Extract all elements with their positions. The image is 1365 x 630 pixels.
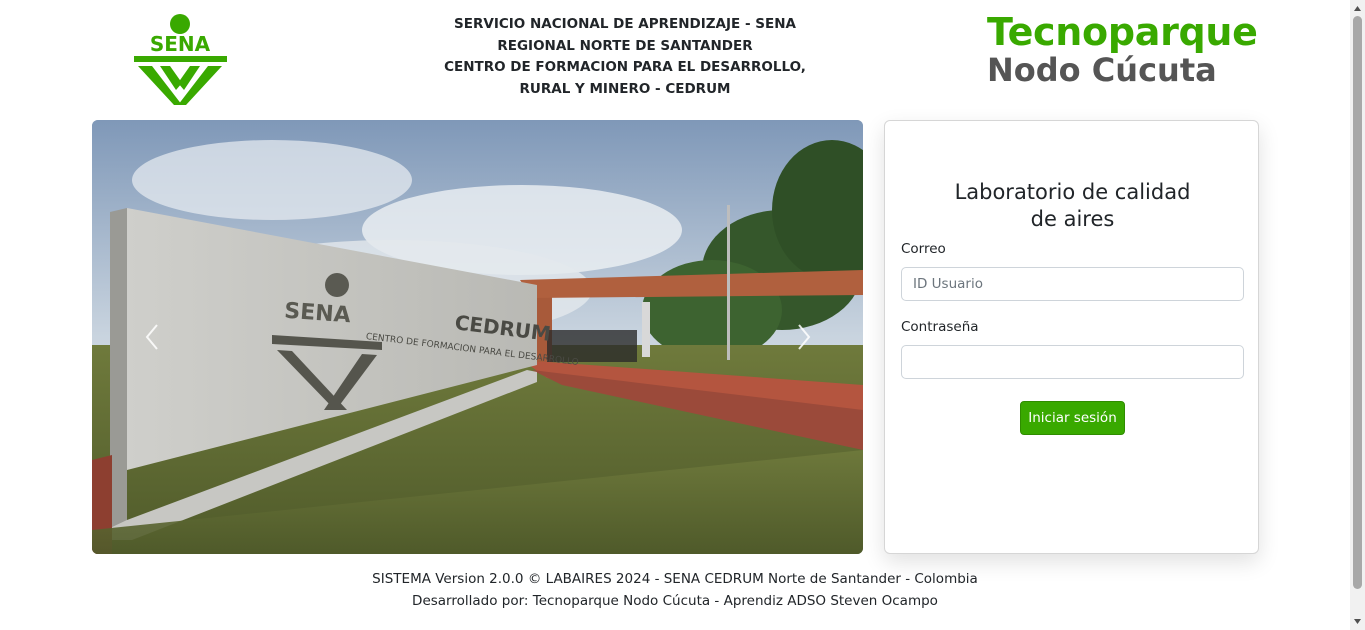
- vertical-scrollbar[interactable]: [1350, 0, 1365, 630]
- brand-title: Tecnoparque: [987, 10, 1258, 54]
- chevron-right-icon: [798, 324, 811, 350]
- footer-version-text: SISTEMA Version 2.0.0 © LABAIRES 2024 - …: [372, 571, 978, 587]
- email-label: Correo: [901, 241, 946, 257]
- email-field[interactable]: [901, 267, 1244, 301]
- chevron-left-icon: [145, 324, 158, 350]
- page-footer: SISTEMA Version 2.0.0 © LABAIRES 2024 - …: [0, 568, 1350, 612]
- scroll-up-icon[interactable]: [1353, 4, 1362, 13]
- wall-sign-logo: SENA: [284, 299, 352, 329]
- carousel-prev-button[interactable]: [132, 310, 172, 364]
- carousel-next-button[interactable]: [784, 310, 824, 364]
- brand-subtitle: Nodo Cúcuta: [987, 51, 1217, 89]
- login-title-line: de aires: [1030, 207, 1115, 231]
- login-card: Laboratorio de calidad de aires Correo C…: [884, 120, 1259, 554]
- institution-name: SERVICIO NACIONAL DE APRENDIZAJE - SENA …: [400, 14, 850, 101]
- institution-line: RURAL Y MINERO - CEDRUM: [519, 81, 731, 98]
- sena-logo: SENA: [130, 10, 230, 108]
- campus-entrance-photo: SENA CEDRUM CENTRO DE FORMACION PARA EL …: [92, 120, 863, 554]
- institution-line: REGIONAL NORTE DE SANTANDER: [497, 37, 753, 54]
- tecnoparque-brand: Tecnoparque Nodo Cúcuta: [987, 10, 1258, 90]
- image-carousel[interactable]: SENA CEDRUM CENTRO DE FORMACION PARA EL …: [92, 120, 863, 554]
- scrollbar-thumb[interactable]: [1353, 16, 1362, 589]
- sena-logo-text: SENA: [150, 32, 211, 56]
- institution-line: SERVICIO NACIONAL DE APRENDIZAJE - SENA: [454, 16, 796, 32]
- login-button[interactable]: Iniciar sesión: [1020, 401, 1125, 435]
- login-title-line: Laboratorio de calidad: [954, 180, 1191, 204]
- scroll-down-icon[interactable]: [1353, 617, 1362, 626]
- password-field[interactable]: [901, 345, 1244, 379]
- institution-line: CENTRO DE FORMACION PARA EL DESARROLLO,: [444, 59, 806, 76]
- password-label: Contraseña: [901, 319, 979, 335]
- login-title: Laboratorio de calidad de aires: [885, 179, 1260, 233]
- footer-credits-text: Desarrollado por: Tecnoparque Nodo Cúcut…: [412, 593, 938, 609]
- page-header: SENA SERVICIO NACIONAL DE APRENDIZAJE - …: [0, 0, 1350, 112]
